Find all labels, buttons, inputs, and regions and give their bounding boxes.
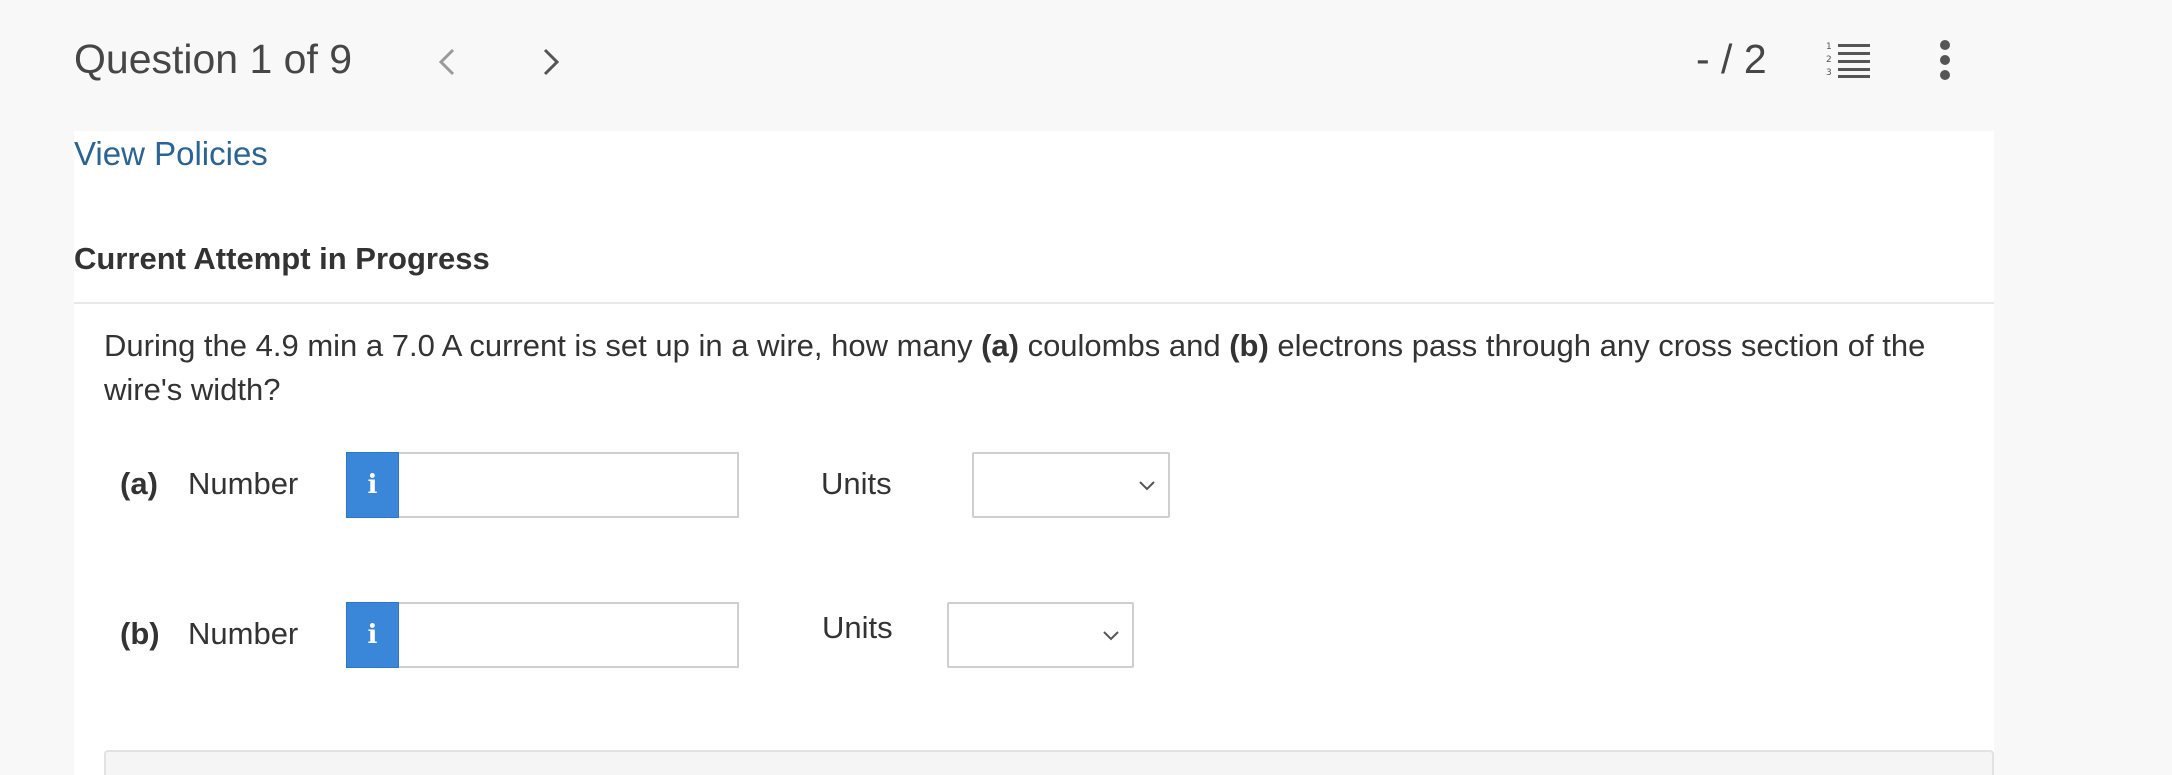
question-text-part2: coulombs and bbox=[1018, 328, 1230, 363]
part-label: (b) bbox=[120, 616, 160, 651]
question-text: During the 4.9 min a 7.0 A current is se… bbox=[104, 324, 1984, 412]
chevron-left-icon bbox=[438, 48, 455, 76]
units-label: Units bbox=[821, 466, 892, 501]
number-label: Number bbox=[188, 466, 299, 501]
chevron-right-icon bbox=[543, 48, 560, 76]
question-header: Question 1 of 9 - / 2 1 2 3 bbox=[0, 0, 2172, 131]
numbered-list-icon: 1 2 3 bbox=[1826, 42, 1870, 78]
more-vertical-icon bbox=[1940, 40, 1950, 80]
number-label: Number bbox=[188, 616, 299, 651]
svg-text:3: 3 bbox=[1826, 68, 1832, 78]
previous-question-button[interactable] bbox=[425, 40, 469, 84]
units-select-b[interactable] bbox=[947, 602, 1134, 668]
feedback-panel bbox=[104, 750, 1994, 775]
attempt-heading: Current Attempt in Progress bbox=[74, 241, 490, 276]
svg-text:1: 1 bbox=[1826, 42, 1832, 52]
question-text-part1: During the 4.9 min a 7.0 A current is se… bbox=[104, 328, 982, 363]
units-select-a[interactable] bbox=[972, 452, 1170, 518]
question-content: View Policies Current Attempt in Progres… bbox=[74, 131, 1994, 775]
info-icon[interactable]: i bbox=[346, 452, 399, 518]
question-part-a-label: (a) bbox=[981, 328, 1019, 363]
units-label: Units bbox=[822, 610, 893, 645]
question-part-b-label: (b) bbox=[1229, 328, 1269, 363]
next-question-button[interactable] bbox=[529, 40, 573, 84]
svg-text:2: 2 bbox=[1826, 55, 1832, 65]
chevron-down-icon bbox=[1103, 631, 1119, 641]
part-label: (a) bbox=[120, 466, 158, 501]
question-list-button[interactable]: 1 2 3 bbox=[1826, 40, 1872, 80]
score-display: - / 2 bbox=[1696, 36, 1767, 82]
view-policies-link[interactable]: View Policies bbox=[74, 135, 268, 173]
number-input-a[interactable] bbox=[399, 452, 739, 518]
chevron-down-icon bbox=[1139, 481, 1155, 491]
info-icon[interactable]: i bbox=[346, 602, 399, 668]
divider bbox=[74, 302, 1994, 304]
number-input-b[interactable] bbox=[399, 602, 739, 668]
more-options-button[interactable] bbox=[1932, 38, 1958, 82]
question-title: Question 1 of 9 bbox=[74, 36, 353, 82]
